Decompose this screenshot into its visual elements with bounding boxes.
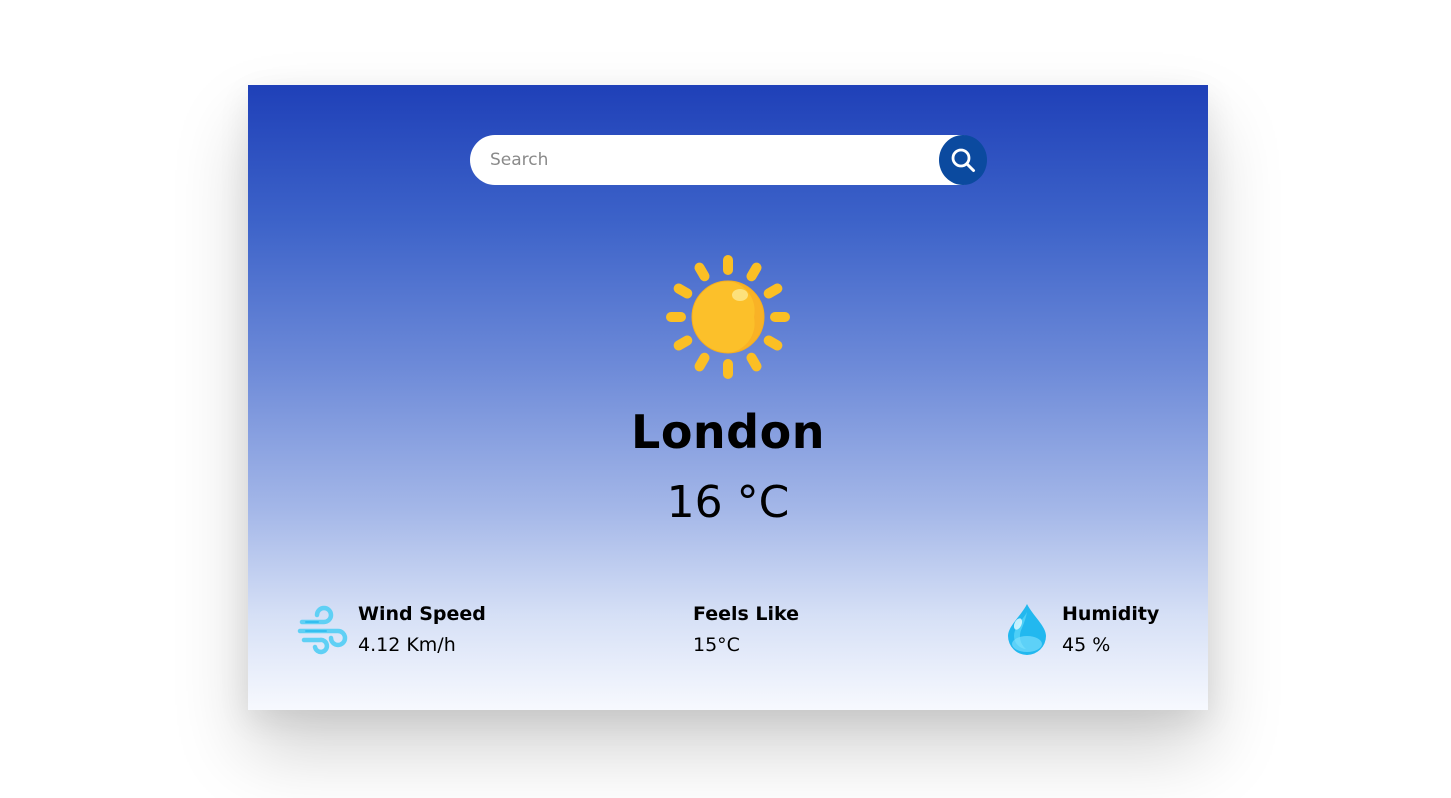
wind-speed-stat: Wind Speed 4.12 Km/h	[296, 600, 516, 660]
feels-like-stat: Feels Like 15°C	[693, 600, 853, 660]
search-button[interactable]	[939, 135, 987, 185]
wind-speed-label: Wind Speed	[358, 603, 486, 625]
feels-like-value: 15°C	[693, 634, 740, 656]
search-input[interactable]	[470, 135, 930, 185]
wind-icon	[297, 605, 348, 655]
wind-speed-value: 4.12 Km/h	[358, 634, 456, 656]
water-drop-icon	[1008, 604, 1046, 655]
weather-card: London 16 °C Wind Speed 4.12 Km/h Feels …	[248, 85, 1208, 710]
temperature: 16 °C	[666, 477, 790, 528]
humidity-stat: Humidity 45 %	[1004, 600, 1174, 660]
humidity-label: Humidity	[1062, 603, 1160, 625]
city-name: London	[631, 405, 825, 459]
search-bar	[470, 135, 987, 185]
search-icon	[951, 148, 975, 172]
sun-icon	[666, 255, 790, 379]
feels-like-label: Feels Like	[693, 603, 800, 625]
humidity-value: 45 %	[1062, 634, 1111, 656]
